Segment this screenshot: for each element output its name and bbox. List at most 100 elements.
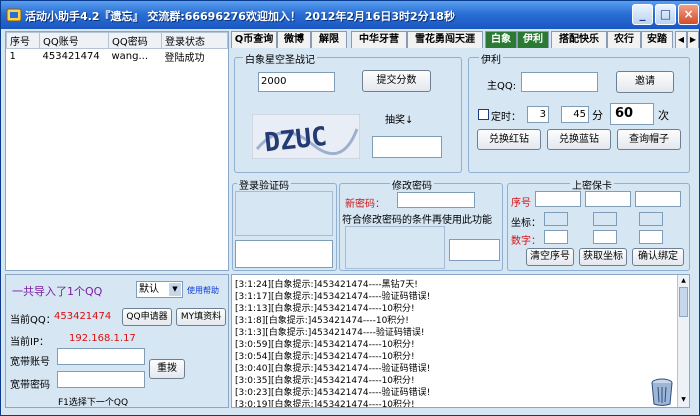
invite-button[interactable]: 邀请 [616, 71, 674, 93]
tab-jiexian[interactable]: 解限 [311, 31, 347, 48]
lottery-input[interactable] [372, 136, 442, 158]
captcha-image[interactable]: DZUC [252, 114, 360, 159]
tab-scroll-right[interactable]: ▶ [687, 31, 699, 48]
help-link[interactable]: 使用帮助 [187, 285, 219, 296]
broadband-account-input[interactable] [57, 348, 145, 365]
get-coord-button[interactable]: 获取坐标 [579, 248, 627, 266]
coord-box-1 [544, 212, 568, 226]
coord-box-3 [639, 212, 663, 226]
my-fill-button[interactable]: MY填资料 [176, 308, 226, 326]
submit-score-button[interactable]: 提交分数 [362, 70, 431, 92]
table-row[interactable]: 1 453421474 wang... 登陆成功 [6, 48, 228, 64]
serial-label: 序号 [511, 198, 531, 209]
count-input[interactable]: 60 [610, 103, 654, 125]
change-password-legend: 修改密码 [390, 177, 434, 192]
tab-yili[interactable]: 伊利 [517, 31, 549, 48]
timer-checkbox[interactable] [478, 109, 489, 120]
scroll-thumb[interactable] [679, 287, 688, 317]
digit-input-3[interactable] [639, 230, 663, 244]
coord-box-2 [593, 212, 617, 226]
coord-label: 坐标： [511, 218, 541, 229]
tab-qb-query[interactable]: Q币查询 [231, 31, 277, 48]
current-qq-label: 当前QQ： [10, 315, 56, 326]
minute-unit: 分 [592, 109, 603, 122]
column-header[interactable]: QQ密码 [108, 32, 162, 49]
serial-input-3[interactable] [635, 191, 681, 207]
redeem-blue-button[interactable]: 兑换蓝钻 [547, 129, 611, 150]
serial-input-1[interactable] [535, 191, 581, 207]
login-captcha-image [235, 191, 333, 236]
minimize-button[interactable]: _ [632, 4, 653, 25]
window-title: 活动小助手4.2『遗忘』 交流群:66696276欢迎加入！ 2012年2月16… [25, 10, 455, 23]
digit-label: 数字： [511, 236, 541, 247]
qq-apply-button[interactable]: QQ申请器 [122, 308, 172, 326]
log-panel[interactable]: [3:1:24][白象提示:]453421474----黑钻7天! [3:1:1… [231, 274, 690, 408]
secure-card-legend: 上密保卡 [570, 177, 614, 192]
f1-hint: F1选择下一个QQ [58, 398, 129, 408]
column-header[interactable]: 登录状态 [161, 32, 228, 49]
column-header[interactable]: QQ账号 [39, 32, 109, 49]
main-qq-input[interactable] [521, 72, 598, 92]
trash-icon[interactable] [649, 377, 675, 407]
tab-weibo[interactable]: 微博 [277, 31, 311, 48]
accounts-grid: 序号 QQ账号 QQ密码 登录状态 1 453421474 wang... 登陆… [6, 32, 228, 64]
tab-scroll-left[interactable]: ◀ [675, 31, 687, 48]
tab-dapei[interactable]: 搭配快乐 [551, 31, 607, 48]
scroll-up-icon[interactable]: ▲ [679, 276, 688, 285]
tab-strip: Q币查询 微博 解限 中华牙营 雪花勇闯天涯 白象 伊利 搭配快乐 农行 安踏 … [231, 31, 699, 48]
accounts-table[interactable]: 序号 QQ账号 QQ密码 登录状态 1 453421474 wang... 登陆… [5, 31, 229, 271]
redeem-red-button[interactable]: 兑换红钻 [477, 129, 541, 150]
timer-hour-input[interactable]: 3 [527, 106, 549, 123]
mode-select[interactable]: 默认 ▼ [136, 281, 183, 298]
tab-nonghang[interactable]: 农行 [607, 31, 641, 48]
confirm-bind-button[interactable]: 确认绑定 [632, 248, 684, 266]
login-captcha-legend: 登录验证码 [237, 177, 291, 192]
close-button[interactable]: × [678, 4, 699, 25]
log-line: [3:0:19][白象提示:]453421474----10积分! [235, 400, 415, 408]
table-cell: 1 [6, 48, 40, 64]
baixiang-legend: 白象星空圣战记 [243, 51, 317, 66]
tab-snow[interactable]: 雪花勇闯天涯 [407, 31, 483, 48]
new-password-input[interactable] [397, 192, 475, 208]
tab-baixiang[interactable]: 白象 [485, 31, 517, 48]
current-ip-label: 当前IP： [10, 337, 49, 348]
login-captcha-input[interactable] [235, 240, 333, 268]
broadband-account-label: 宽带账号 [10, 357, 50, 368]
log-scrollbar[interactable]: ▲ ▼ [677, 275, 689, 407]
timer-label: 定时： [491, 112, 521, 123]
timer-minute-input[interactable]: 45 [561, 106, 589, 123]
title-bar[interactable]: 活动小助手4.2『遗忘』 交流群:66696276欢迎加入！ 2012年2月16… [1, 1, 700, 29]
tab-anta[interactable]: 安踏 [641, 31, 673, 48]
table-cell: 登陆成功 [161, 48, 228, 64]
score-input[interactable]: 2000 [258, 72, 335, 92]
yili-legend: 伊利 [479, 51, 503, 66]
broadband-password-label: 宽带密码 [10, 380, 50, 391]
broadband-password-input[interactable] [57, 371, 145, 388]
lottery-label: 抽奖↓ [385, 115, 414, 126]
serial-input-2[interactable] [585, 191, 631, 207]
table-cell: 453421474 [39, 48, 109, 64]
app-window: 活动小助手4.2『遗忘』 交流群:66696276欢迎加入！ 2012年2月16… [0, 0, 700, 416]
current-ip-value: 192.168.1.17 [69, 333, 136, 344]
change-password-hint: 符合修改密码的条件再使用此功能 [342, 215, 492, 226]
imported-count-text: 一共导入了1个QQ [12, 285, 103, 298]
digit-input-1[interactable] [544, 230, 568, 244]
current-qq-value: 453421474 [54, 311, 112, 322]
maximize-button[interactable]: □ [655, 4, 676, 25]
scroll-down-icon[interactable]: ▼ [679, 395, 688, 404]
count-unit: 次 [658, 109, 669, 122]
main-qq-label: 主QQ: [487, 81, 517, 92]
clear-serial-button[interactable]: 清空序号 [526, 248, 574, 266]
chevron-down-icon[interactable]: ▼ [169, 283, 181, 296]
mode-value: 默认 [139, 284, 159, 295]
table-header-row: 序号 QQ账号 QQ密码 登录状态 [6, 32, 228, 49]
change-password-captcha-image [345, 226, 445, 269]
column-header[interactable]: 序号 [6, 32, 40, 49]
query-hat-button[interactable]: 查询帽子 [617, 129, 681, 150]
tab-zhonghua[interactable]: 中华牙营 [351, 31, 407, 48]
change-password-captcha-input[interactable] [449, 239, 500, 261]
table-cell: wang... [108, 48, 162, 64]
digit-input-2[interactable] [593, 230, 617, 244]
app-icon [6, 8, 22, 22]
redial-button[interactable]: 重拨 [149, 359, 185, 379]
